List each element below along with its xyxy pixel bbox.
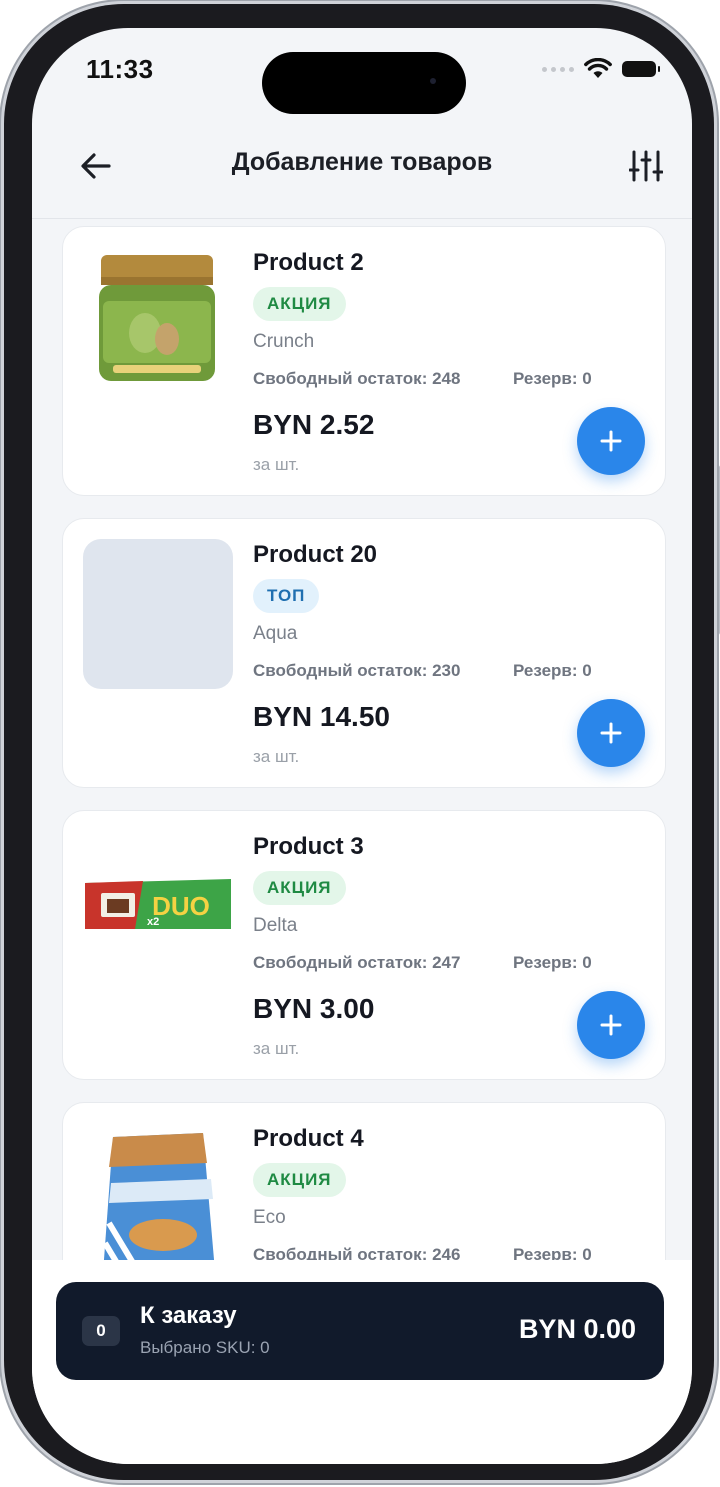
top-badge: ТОП	[253, 579, 320, 613]
status-time: 11:33	[86, 54, 154, 84]
order-title: К заказу	[140, 1302, 237, 1329]
page-title: Добавление товаров	[231, 148, 493, 176]
product-brand: Eco	[253, 1207, 286, 1228]
dynamic-island	[262, 52, 466, 114]
product-brand: Aqua	[253, 623, 298, 644]
bar-label-text: DUO	[152, 891, 210, 921]
bottom-bar: 0 К заказу Выбрано SKU: 0 BYN 0.00	[32, 1260, 692, 1464]
product-name: Product 20	[253, 541, 378, 568]
stock-reserve: Резерв: 0	[513, 661, 592, 680]
add-to-order-button[interactable]	[577, 699, 645, 767]
order-total: BYN 0.00	[518, 1314, 636, 1344]
add-to-order-button[interactable]	[577, 991, 645, 1059]
product-name: Product 3	[253, 833, 364, 860]
stock-free: Свободный остаток: 230	[253, 661, 461, 680]
status-icons	[542, 58, 660, 80]
bar-label-count: x2	[147, 916, 159, 928]
product-card[interactable]: Product 20 ТОП Aqua Свободный остаток: 2…	[62, 518, 666, 788]
signal-icon	[542, 66, 574, 72]
app-screen: 11:33 Добавление товаров Product 2 АКЦИЯ…	[32, 28, 692, 1464]
wifi-icon	[584, 58, 612, 78]
plus-icon	[600, 722, 622, 744]
price-unit: за шт.	[253, 747, 300, 766]
product-brand: Delta	[253, 915, 298, 936]
promo-badge: АКЦИЯ	[253, 1163, 346, 1197]
product-image-jar	[83, 247, 233, 397]
product-card[interactable]: DUO x2 Product 3 АКЦИЯ Delta Свободный о…	[62, 810, 666, 1080]
promo-badge: АКЦИЯ	[253, 871, 346, 905]
product-image-bar: DUO x2	[83, 831, 233, 981]
stock-reserve: Резерв: 0	[513, 953, 592, 972]
product-name: Product 4	[253, 1125, 364, 1152]
promo-badge: АКЦИЯ	[253, 287, 346, 321]
image-placeholder	[83, 539, 233, 689]
stock-free: Свободный остаток: 248	[253, 369, 461, 388]
price-unit: за шт.	[253, 1039, 300, 1058]
product-price: BYN 3.00	[253, 993, 375, 1024]
status-bar: 11:33	[32, 28, 692, 118]
product-brand: Crunch	[253, 331, 315, 352]
sliders-icon	[629, 150, 663, 182]
phone-frame: 11:33 Добавление товаров Product 2 АКЦИЯ…	[4, 4, 714, 1480]
product-price: BYN 14.50	[253, 701, 390, 732]
go-to-order-button[interactable]: 0 К заказу Выбрано SKU: 0 BYN 0.00	[56, 1282, 664, 1380]
product-card[interactable]: Product 2 АКЦИЯ Crunch Свободный остаток…	[62, 226, 666, 496]
product-name: Product 2	[253, 249, 364, 276]
nav-bar: Добавление товаров	[32, 128, 692, 219]
product-price: BYN 2.52	[253, 409, 375, 440]
battery-icon	[622, 61, 660, 77]
selected-count-badge: 0	[82, 1316, 120, 1346]
product-image-bag	[83, 1123, 233, 1273]
add-to-order-button[interactable]	[577, 407, 645, 475]
price-unit: за шт.	[253, 455, 300, 474]
plus-icon	[600, 430, 622, 452]
plus-icon	[600, 1014, 622, 1036]
order-subtitle: Выбрано SKU: 0	[140, 1338, 270, 1357]
stock-free: Свободный остаток: 247	[253, 953, 461, 972]
stock-reserve: Резерв: 0	[513, 369, 592, 388]
filter-button[interactable]	[626, 146, 666, 186]
